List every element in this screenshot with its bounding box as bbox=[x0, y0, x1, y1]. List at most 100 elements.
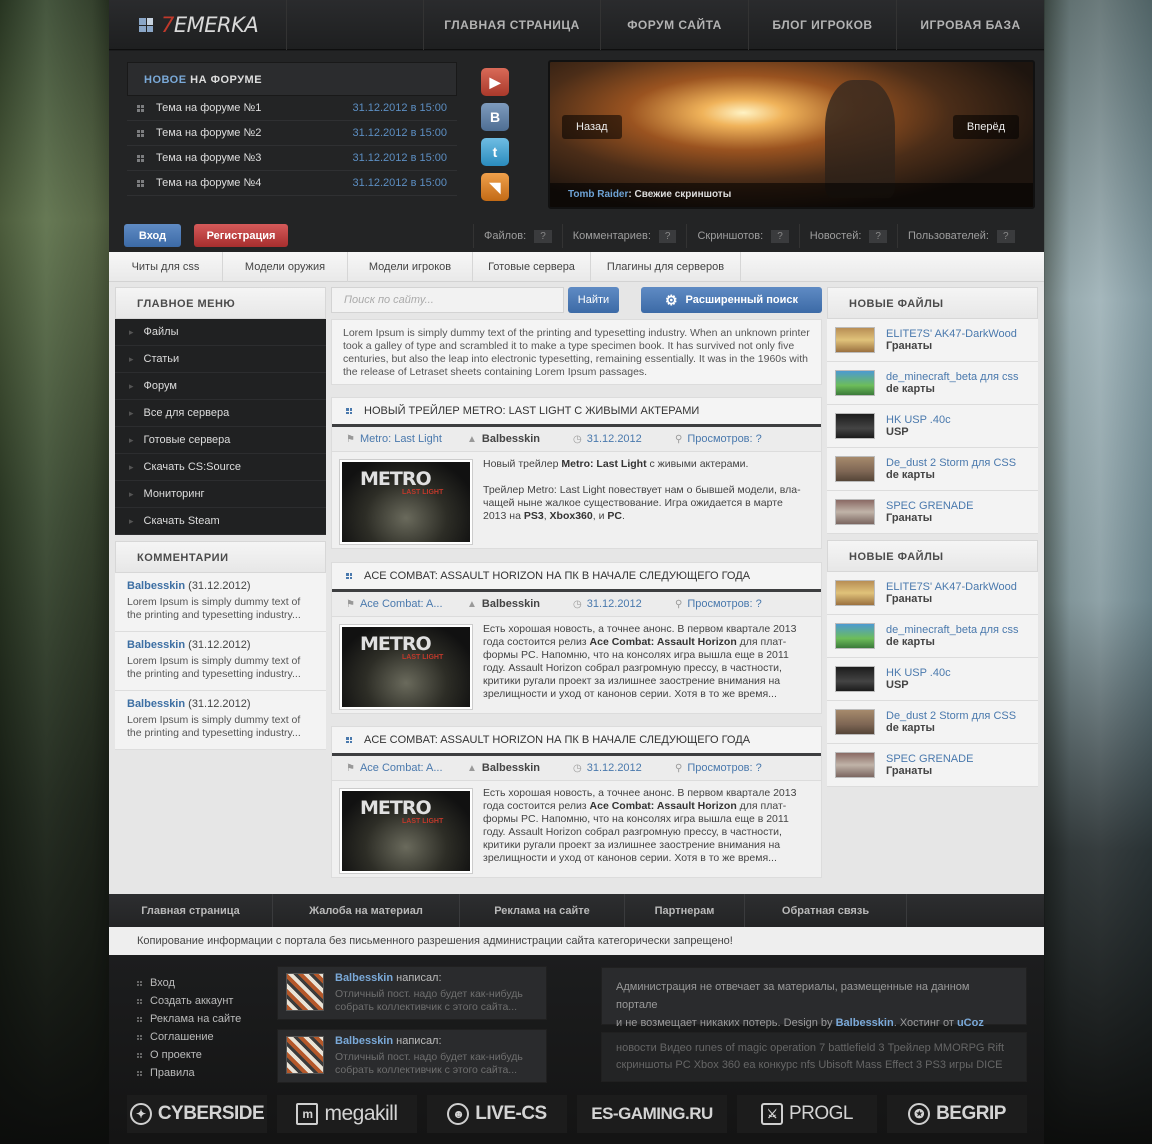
menu-item[interactable]: ▸ Готовые сервера bbox=[115, 427, 326, 454]
post-title[interactable]: ACE COMBAT: ASSAULT HORIZON НА ПК В НАЧА… bbox=[332, 727, 821, 756]
advanced-search-button[interactable]: ⚙ Расширенный поиск bbox=[641, 287, 822, 313]
login-button[interactable]: Вход bbox=[124, 224, 181, 247]
file-thumbnail bbox=[835, 413, 875, 439]
featured-slider[interactable]: Назад Вперёд Tomb Raider: Свежие скриншо… bbox=[548, 60, 1035, 209]
category-link[interactable]: Читы для css bbox=[109, 252, 223, 282]
partner-logo[interactable]: ⚔ PROGL bbox=[737, 1094, 877, 1133]
forum-topic-title[interactable]: Тема на форуме №3 bbox=[156, 152, 261, 164]
footer-nav-link[interactable]: Реклама на сайте bbox=[460, 894, 625, 927]
nav-blog[interactable]: БЛОГ ИГРОКОВ bbox=[748, 0, 896, 50]
post-category[interactable]: ⚑ Ace Combat: A... bbox=[332, 598, 467, 610]
host-link[interactable]: uCoz bbox=[957, 1017, 984, 1029]
comment-author[interactable]: Balbesskin bbox=[335, 1035, 393, 1047]
file-item[interactable]: HK USP .40c USP bbox=[827, 405, 1038, 448]
footer-comment[interactable]: Balbesskin написал: Отличный пост. надо б… bbox=[277, 966, 547, 1020]
comment-author[interactable]: Balbesskin bbox=[127, 639, 185, 651]
partner-logo[interactable]: m megakill bbox=[277, 1094, 417, 1133]
menu-item[interactable]: ▸ Скачать CS:Source bbox=[115, 454, 326, 481]
menu-item[interactable]: ▸ Скачать Steam bbox=[115, 508, 326, 535]
slider-prev-button[interactable]: Назад bbox=[562, 115, 622, 139]
file-item[interactable]: ELITE7S' AK47-DarkWood Гранаты bbox=[827, 572, 1038, 615]
post-author[interactable]: ▲ Balbesskin bbox=[467, 762, 573, 774]
search-input[interactable]: Поиск по сайту... bbox=[331, 287, 564, 313]
forum-topic[interactable]: Тема на форуме №4 31.12.2012 в 15:00 bbox=[127, 171, 457, 196]
post-category[interactable]: ⚑ Metro: Last Light bbox=[332, 433, 467, 445]
forum-topic[interactable]: Тема на форуме №1 31.12.2012 в 15:00 bbox=[127, 96, 457, 121]
comment-author[interactable]: Balbesskin bbox=[335, 972, 393, 984]
youtube-icon[interactable]: ▶ bbox=[481, 68, 509, 96]
forum-topic-title[interactable]: Тема на форуме №4 bbox=[156, 177, 261, 189]
comment-item[interactable]: Balbesskin (31.12.2012) Lorem Ipsum is si… bbox=[115, 573, 326, 632]
footer-link[interactable]: Создать аккаунт bbox=[137, 992, 241, 1010]
footer-link[interactable]: Соглашение bbox=[137, 1028, 241, 1046]
logo[interactable]: 7EMERKA bbox=[109, 0, 287, 50]
file-item[interactable]: de_minecraft_beta для css de карты bbox=[827, 615, 1038, 658]
footer-nav-link[interactable]: Партнерам bbox=[625, 894, 745, 927]
post-title[interactable]: ACE COMBAT: ASSAULT HORIZON НА ПК В НАЧА… bbox=[332, 563, 821, 592]
designer-link[interactable]: Balbesskin bbox=[836, 1017, 894, 1029]
footer-link[interactable]: Реклама на сайте bbox=[137, 1010, 241, 1028]
tag-cloud[interactable]: новости Видео runes of magic operation 7… bbox=[601, 1032, 1027, 1082]
intro-text: Lorem Ipsum is simply dummy text of the … bbox=[331, 319, 822, 385]
nav-home[interactable]: ГЛАВНАЯ СТРАНИЦА bbox=[423, 0, 600, 50]
file-item[interactable]: de_minecraft_beta для css de карты bbox=[827, 362, 1038, 405]
forum-topic[interactable]: Тема на форуме №3 31.12.2012 в 15:00 bbox=[127, 146, 457, 171]
partner-logo[interactable]: ✪ BEGRIP bbox=[887, 1094, 1027, 1133]
slider-next-button[interactable]: Вперёд bbox=[952, 115, 1019, 139]
partner-logo[interactable]: ☻ LIVE-CS bbox=[427, 1094, 567, 1133]
post-meta: ⚑ Ace Combat: A... ▲ Balbesskin ◷ 31.12.201… bbox=[332, 756, 821, 781]
post-category[interactable]: ⚑ Ace Combat: A... bbox=[332, 762, 467, 774]
footer-link[interactable]: Вход bbox=[137, 974, 241, 992]
comment-author[interactable]: Balbesskin bbox=[127, 698, 185, 710]
comment-item[interactable]: Balbesskin (31.12.2012) Lorem Ipsum is si… bbox=[115, 691, 326, 750]
register-button[interactable]: Регистрация bbox=[194, 224, 288, 247]
category-link[interactable]: Модели игроков bbox=[348, 252, 473, 282]
category-link[interactable]: Плагины для серверов bbox=[591, 252, 741, 282]
twitter-icon[interactable]: t bbox=[481, 138, 509, 166]
post-title[interactable]: НОВЫЙ ТРЕЙЛЕР METRO: LAST LIGHT С ЖИВЫМИ… bbox=[332, 398, 821, 427]
menu-item[interactable]: ▸ Все для сервера bbox=[115, 400, 326, 427]
footer-nav-link[interactable]: Главная страница bbox=[109, 894, 273, 927]
footer-link[interactable]: О проекте bbox=[137, 1046, 241, 1064]
footer-link[interactable]: Правила bbox=[137, 1064, 241, 1082]
file-item[interactable]: De_dust 2 Storm для CSS de карты bbox=[827, 448, 1038, 491]
footer-nav-link[interactable]: Жалоба на материал bbox=[273, 894, 460, 927]
partner-logo[interactable]: ES-GAMING.RU bbox=[577, 1094, 727, 1133]
post-thumbnail[interactable]: METRO LAST LIGHT bbox=[339, 459, 473, 545]
file-item[interactable]: HK USP .40c USP bbox=[827, 658, 1038, 701]
search-button[interactable]: Найти bbox=[568, 287, 619, 313]
file-item[interactable]: SPEC GRENADE Гранаты bbox=[827, 744, 1038, 787]
category-link[interactable]: Готовые сервера bbox=[473, 252, 591, 282]
menu-item[interactable]: ▸ Статьи bbox=[115, 346, 326, 373]
post-views: ⚲ Просмотров: ? bbox=[675, 598, 762, 610]
arrow-right-icon: ▸ bbox=[129, 515, 134, 526]
partner-logo[interactable]: ✦ CYBERSIDE bbox=[127, 1094, 267, 1133]
category-link[interactable]: Модели оружия bbox=[223, 252, 348, 282]
forum-topic-title[interactable]: Тема на форуме №2 bbox=[156, 127, 261, 139]
comment-item[interactable]: Balbesskin (31.12.2012) Lorem Ipsum is si… bbox=[115, 632, 326, 691]
post-author[interactable]: ▲ Balbesskin bbox=[467, 433, 573, 445]
arrow-right-icon: ▸ bbox=[129, 407, 134, 418]
avatar[interactable] bbox=[286, 1036, 324, 1074]
file-item[interactable]: ELITE7S' AK47-DarkWood Гранаты bbox=[827, 319, 1038, 362]
post-thumbnail[interactable]: METRO LAST LIGHT bbox=[339, 624, 473, 710]
forum-topic[interactable]: Тема на форуме №2 31.12.2012 в 15:00 bbox=[127, 121, 457, 146]
footer-nav-link[interactable]: Обратная связь bbox=[745, 894, 907, 927]
avatar[interactable] bbox=[286, 973, 324, 1011]
slide-caption[interactable]: Tomb Raider: Свежие скриншоты bbox=[550, 183, 1033, 207]
nav-forum[interactable]: ФОРУМ САЙТА bbox=[600, 0, 748, 50]
vk-icon[interactable]: В bbox=[481, 103, 509, 131]
post-author[interactable]: ▲ Balbesskin bbox=[467, 598, 573, 610]
comment-author[interactable]: Balbesskin bbox=[127, 580, 185, 592]
post-thumbnail[interactable]: METRO LAST LIGHT bbox=[339, 788, 473, 874]
rss-icon[interactable]: ◥ bbox=[481, 173, 509, 201]
nav-database[interactable]: ИГРОВАЯ БАЗА bbox=[896, 0, 1044, 50]
footer-comment[interactable]: Balbesskin написал: Отличный пост. надо б… bbox=[277, 1029, 547, 1083]
menu-item[interactable]: ▸ Мониторинг bbox=[115, 481, 326, 508]
menu-item[interactable]: ▸ Файлы bbox=[115, 319, 326, 346]
file-item[interactable]: De_dust 2 Storm для CSS de карты bbox=[827, 701, 1038, 744]
new-files-widget-2: НОВЫЕ ФАЙЛЫ ELITE7S' AK47-DarkWood Гранат… bbox=[827, 540, 1038, 787]
forum-topic-title[interactable]: Тема на форуме №1 bbox=[156, 102, 261, 114]
file-item[interactable]: SPEC GRENADE Гранаты bbox=[827, 491, 1038, 534]
menu-item[interactable]: ▸ Форум bbox=[115, 373, 326, 400]
